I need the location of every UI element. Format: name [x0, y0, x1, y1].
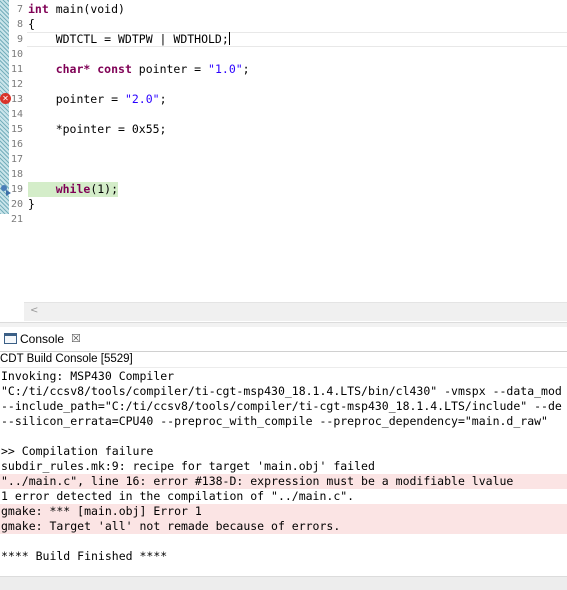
scroll-left-arrow[interactable]: < [30, 305, 38, 316]
code-line[interactable]: 13 ✕ pointer = "2.0"; [0, 92, 567, 107]
console-error-line: gmake: *** [main.obj] Error 1 [0, 504, 567, 519]
console-output[interactable]: Invoking: MSP430 Compiler "C:/ti/ccsv8/to… [0, 369, 567, 564]
code-token: ; [242, 62, 250, 76]
line-number: 11 [10, 64, 23, 75]
breakpoint-icon[interactable] [0, 182, 12, 196]
string-token: "1.0" [208, 62, 243, 76]
line-number: 16 [10, 139, 23, 150]
console-line: **** Build Finished **** [1, 549, 168, 563]
code-token: WDTCTL = WDTPW | WDTHOLD; [28, 32, 229, 46]
line-number: 20 [10, 199, 23, 210]
line-number: 9 [16, 34, 23, 45]
horizontal-scrollbar[interactable]: < [24, 302, 567, 321]
console-line: Invoking: MSP430 Compiler [1, 369, 175, 383]
code-text[interactable]: pointer = "2.0"; [28, 92, 167, 107]
line-number: 18 [10, 169, 23, 180]
console-line: --include_path="C:/ti/ccsv8/tools/compil… [1, 399, 562, 413]
error-icon[interactable]: ✕ [0, 93, 11, 104]
console-line: subdir_rules.mk:9: recipe for target 'ma… [1, 459, 375, 473]
tab-console[interactable]: Console ☒ [0, 327, 94, 351]
code-line[interactable]: 11 char* const pointer = "1.0"; [0, 62, 567, 77]
code-token: } [28, 197, 35, 211]
line-number: 12 [10, 79, 23, 90]
code-text[interactable]: *pointer = 0x55; [28, 122, 167, 137]
line-number: 8 [16, 19, 23, 30]
code-text[interactable]: char* const pointer = "1.0"; [28, 62, 250, 77]
console-title: CDT Build Console [5529] [0, 351, 567, 368]
text-caret [228, 32, 230, 45]
console-line: >> Compilation failure [1, 444, 154, 458]
code-token: ; [159, 92, 167, 106]
code-line[interactable]: 8{ [0, 17, 567, 32]
string-token: "2.0" [124, 92, 160, 106]
console-error-line: gmake: Target 'all' not remade because o… [0, 519, 567, 534]
code-line[interactable]: 15 *pointer = 0x55; [0, 122, 567, 137]
code-text[interactable]: while(1); [28, 182, 118, 197]
code-line[interactable]: 20} [0, 197, 567, 212]
code-line[interactable]: 19 while(1); [0, 182, 567, 197]
line-number: 13 [10, 94, 23, 105]
code-line[interactable]: 14 [0, 107, 567, 122]
console-error-line: "../main.c", line 16: error #138-D: expr… [0, 474, 567, 489]
line-number: 21 [10, 214, 23, 225]
code-line[interactable]: 9 WDTCTL = WDTPW | WDTHOLD; [0, 32, 567, 47]
code-token: main(void) [48, 2, 125, 16]
line-number: 10 [10, 49, 23, 60]
code-token: { [28, 17, 35, 31]
console-tab-bar: Console ☒ [0, 327, 567, 352]
keyword-token: char* const [55, 62, 132, 76]
code-line[interactable]: 18 [0, 167, 567, 182]
code-line[interactable]: 10 [0, 47, 567, 62]
console-line: --silicon_errata=CPU40 --preproc_with_co… [1, 414, 548, 428]
code-text[interactable]: { [28, 17, 35, 32]
code-text[interactable]: } [28, 197, 35, 212]
line-number: 14 [10, 109, 23, 120]
console-line: 1 error detected in the compilation of "… [1, 489, 355, 503]
console-icon [4, 333, 17, 344]
code-line[interactable]: 17 [0, 152, 567, 167]
code-text[interactable]: int main(void) [28, 2, 125, 17]
code-line[interactable]: 12 [0, 77, 567, 92]
keyword-token: int [28, 2, 49, 16]
code-token: *pointer = 0x55; [28, 122, 167, 136]
code-line[interactable]: 16 [0, 137, 567, 152]
code-token: pointer = [131, 62, 209, 76]
code-line[interactable]: 21 [0, 212, 567, 227]
code-token: pointer = [28, 92, 125, 106]
code-line[interactable]: 7 int main(void) [0, 2, 567, 17]
close-icon[interactable]: ☒ [71, 327, 81, 351]
console-line: "C:/ti/ccsv8/tools/compiler/ti-cgt-msp43… [1, 384, 562, 398]
keyword-token: while [55, 182, 91, 196]
console-horizontal-scrollbar[interactable] [0, 576, 567, 590]
code-text[interactable]: WDTCTL = WDTPW | WDTHOLD; [28, 32, 230, 47]
tab-console-label: Console [20, 332, 65, 346]
code-editor[interactable]: 7 int main(void) 8{9 WDTCTL = WDTPW | WDTH… [0, 0, 567, 322]
code-token: (1); [90, 182, 119, 196]
line-number: 7 [16, 4, 23, 15]
line-number: 17 [10, 154, 23, 165]
line-number: 15 [10, 124, 23, 135]
